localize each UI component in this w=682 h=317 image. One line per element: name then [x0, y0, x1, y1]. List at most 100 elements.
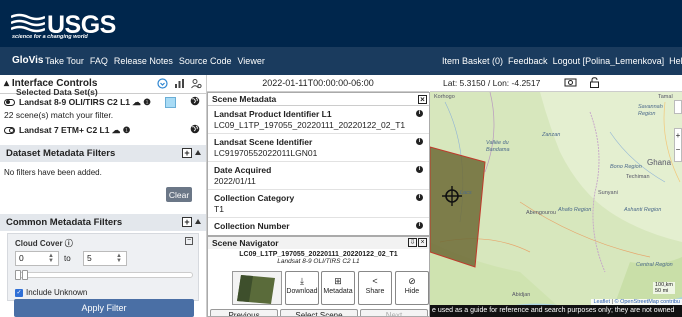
nav-logout[interactable]: Logout [Polina_Lemenkova]	[553, 56, 665, 66]
cloud-cover-label: Cloud Cover ⓘ	[15, 239, 73, 248]
nav-take-tour[interactable]: Take Tour	[45, 56, 84, 66]
add-filter-icon[interactable]: +	[182, 148, 192, 158]
info-icon[interactable]: ❶	[141, 97, 151, 108]
layers-control-icon[interactable]	[674, 100, 682, 114]
cloud-cover-text: Cloud Cover	[15, 239, 63, 248]
download-button[interactable]: ⤓ Download	[285, 271, 319, 305]
info-icon[interactable]: i	[416, 194, 423, 201]
map-tool-icons	[564, 77, 600, 91]
nav-source-code[interactable]: Source Code	[179, 56, 232, 66]
checkbox-checked-icon[interactable]: ✓	[15, 288, 23, 297]
app-nav-bar: GloVis Take Tour FAQ Release Notes Sourc…	[0, 47, 682, 75]
zoom-control[interactable]: + −	[674, 128, 682, 162]
dataset-color-swatch[interactable]	[165, 97, 176, 108]
map-label-korhogo: Korhogo	[434, 94, 455, 100]
export-icon[interactable]: ⇩	[408, 238, 417, 247]
chart-icon[interactable]	[173, 77, 185, 89]
scene-dataset-name: Landsat 8-9 OLI/TIRS C2 L1	[277, 258, 360, 265]
cloud-cover-filter: Cloud Cover ⓘ − 0 ▲ ▼ to 5 ▲ ▼ ✓ Include U…	[7, 233, 199, 301]
app-brand[interactable]: GloVis	[12, 55, 44, 66]
zoom-out-icon[interactable]: −	[675, 143, 681, 157]
cloud-min-input[interactable]: 0 ▲ ▼	[15, 251, 59, 266]
info-icon[interactable]: i	[416, 166, 423, 173]
measure-icon[interactable]	[564, 77, 577, 91]
scene-count-text: 22 scene(s) match your filter.	[4, 110, 114, 120]
common-metadata-filters-title: Common Metadata Filters	[6, 217, 123, 228]
metadata-label: Metadata	[323, 288, 353, 295]
info-icon[interactable]: i	[416, 222, 423, 229]
hide-icon: ⊘	[408, 276, 416, 286]
metadata-item: Collection Number i	[208, 218, 429, 235]
close-icon[interactable]: ×	[418, 95, 427, 104]
apply-filter-button[interactable]: Apply Filter	[14, 299, 194, 317]
previous-scene-button[interactable]: Previous	[210, 309, 278, 316]
globe-icon[interactable]	[190, 124, 200, 137]
interface-controls-icons	[156, 77, 202, 89]
next-scene-button[interactable]: Next	[360, 309, 428, 316]
select-scene-button[interactable]: Select Scene	[280, 309, 358, 316]
usgs-tagline: science for a changing world	[12, 34, 88, 40]
map-canvas	[430, 92, 682, 317]
dataset-row-landsat-7[interactable]: Landsat 7 ETM+ C2 L1 ☁ ❶	[0, 122, 206, 138]
map-label-tamale: Tamal	[658, 94, 673, 100]
nav-feedback[interactable]: Feedback	[508, 56, 548, 66]
close-icon[interactable]: ×	[418, 238, 427, 247]
dataset-toggle-icon[interactable]	[4, 126, 15, 134]
user-settings-icon[interactable]	[190, 77, 202, 89]
metadata-button[interactable]: ⊞ Metadata	[321, 271, 355, 305]
dataset-picker-icon[interactable]	[156, 77, 168, 89]
nav-release-notes[interactable]: Release Notes	[114, 56, 173, 66]
metadata-label: Collection Number	[214, 221, 290, 231]
hide-button[interactable]: ⊘ Hide	[395, 271, 429, 305]
scene-metadata-panel: Scene Metadata × Landsat Product Identif…	[207, 92, 430, 236]
nav-item-basket[interactable]: Item Basket (0)	[442, 56, 503, 66]
scene-navigator-panel: Scene Navigator ⇩ × LC09_L1TP_197055_202…	[207, 236, 430, 317]
spinner-icon[interactable]: ▲ ▼	[116, 253, 122, 264]
map-label-ashanti: Ashanti Region	[624, 207, 662, 213]
metadata-item: Collection Category T1 i	[208, 190, 429, 218]
download-label: Download	[286, 288, 318, 295]
cloud-max-input[interactable]: 5 ▲ ▼	[83, 251, 127, 266]
include-unknown-label: Include Unknown	[26, 288, 88, 297]
lock-open-icon[interactable]	[589, 77, 600, 91]
info-icon[interactable]: i	[416, 110, 423, 117]
map-label-bono: Bono Region	[610, 164, 642, 170]
scene-metadata-title: Scene Metadata	[208, 93, 429, 106]
map-view[interactable]: Korhogo Tamal Savannah Region Zanzan Val…	[430, 92, 682, 317]
globe-icon[interactable]	[190, 96, 200, 109]
map-label-savannah: Savannah Region	[638, 104, 663, 117]
metadata-value: LC91970552022011LGN01	[214, 148, 318, 158]
map-label-central: Central Region	[636, 262, 673, 268]
scene-id: LC09_L1TP_197055_20220111_20220122_02_T1	[239, 251, 398, 258]
metadata-value: T1	[214, 204, 224, 214]
interface-controls-header[interactable]: ▴ Interface Controls Selected Data Set(s…	[0, 75, 206, 97]
spinner-icon[interactable]: ▲ ▼	[48, 253, 54, 264]
metadata-item: Date Acquired 2022/01/11 i	[208, 162, 429, 190]
include-unknown-option[interactable]: ✓ Include Unknown	[15, 288, 87, 297]
slider-handle-max[interactable]	[22, 270, 28, 280]
map-label-sunyani: Sunyani	[598, 190, 618, 196]
nav-viewer[interactable]: Viewer	[237, 56, 264, 66]
zoom-in-icon[interactable]: +	[675, 129, 681, 143]
common-metadata-filters-header[interactable]: Common Metadata Filters +	[0, 214, 206, 231]
clear-button[interactable]: Clear	[166, 187, 192, 202]
info-icon[interactable]: i	[416, 138, 423, 145]
scene-thumbnail[interactable]	[232, 271, 282, 305]
dataset-metadata-filters-header[interactable]: Dataset Metadata Filters +	[0, 145, 206, 162]
cloud-cover-slider[interactable]	[15, 270, 193, 280]
usgs-logo[interactable]: USGS science for a changing world	[11, 7, 116, 43]
scene-navigator-title: Scene Navigator	[208, 237, 429, 249]
dataset-toggle-icon[interactable]	[4, 98, 15, 106]
info-icon[interactable]: ❶	[120, 125, 131, 136]
slider-handle-min[interactable]	[15, 270, 21, 280]
cloud-icon: ☁	[130, 96, 141, 107]
table-icon: ⊞	[334, 276, 342, 286]
add-filter-icon[interactable]: +	[182, 217, 192, 227]
collapse-caret-icon[interactable]	[195, 219, 201, 224]
nav-help[interactable]: Help	[669, 56, 682, 66]
collapse-caret-icon[interactable]	[195, 150, 201, 155]
cloud-collapse-icon[interactable]: −	[185, 237, 193, 245]
share-button[interactable]: < Share	[358, 271, 392, 305]
dataset-row-landsat-8-9[interactable]: Landsat 8-9 OLI/TIRS C2 L1 ☁ ❶	[0, 94, 206, 110]
nav-faq[interactable]: FAQ	[90, 56, 108, 66]
